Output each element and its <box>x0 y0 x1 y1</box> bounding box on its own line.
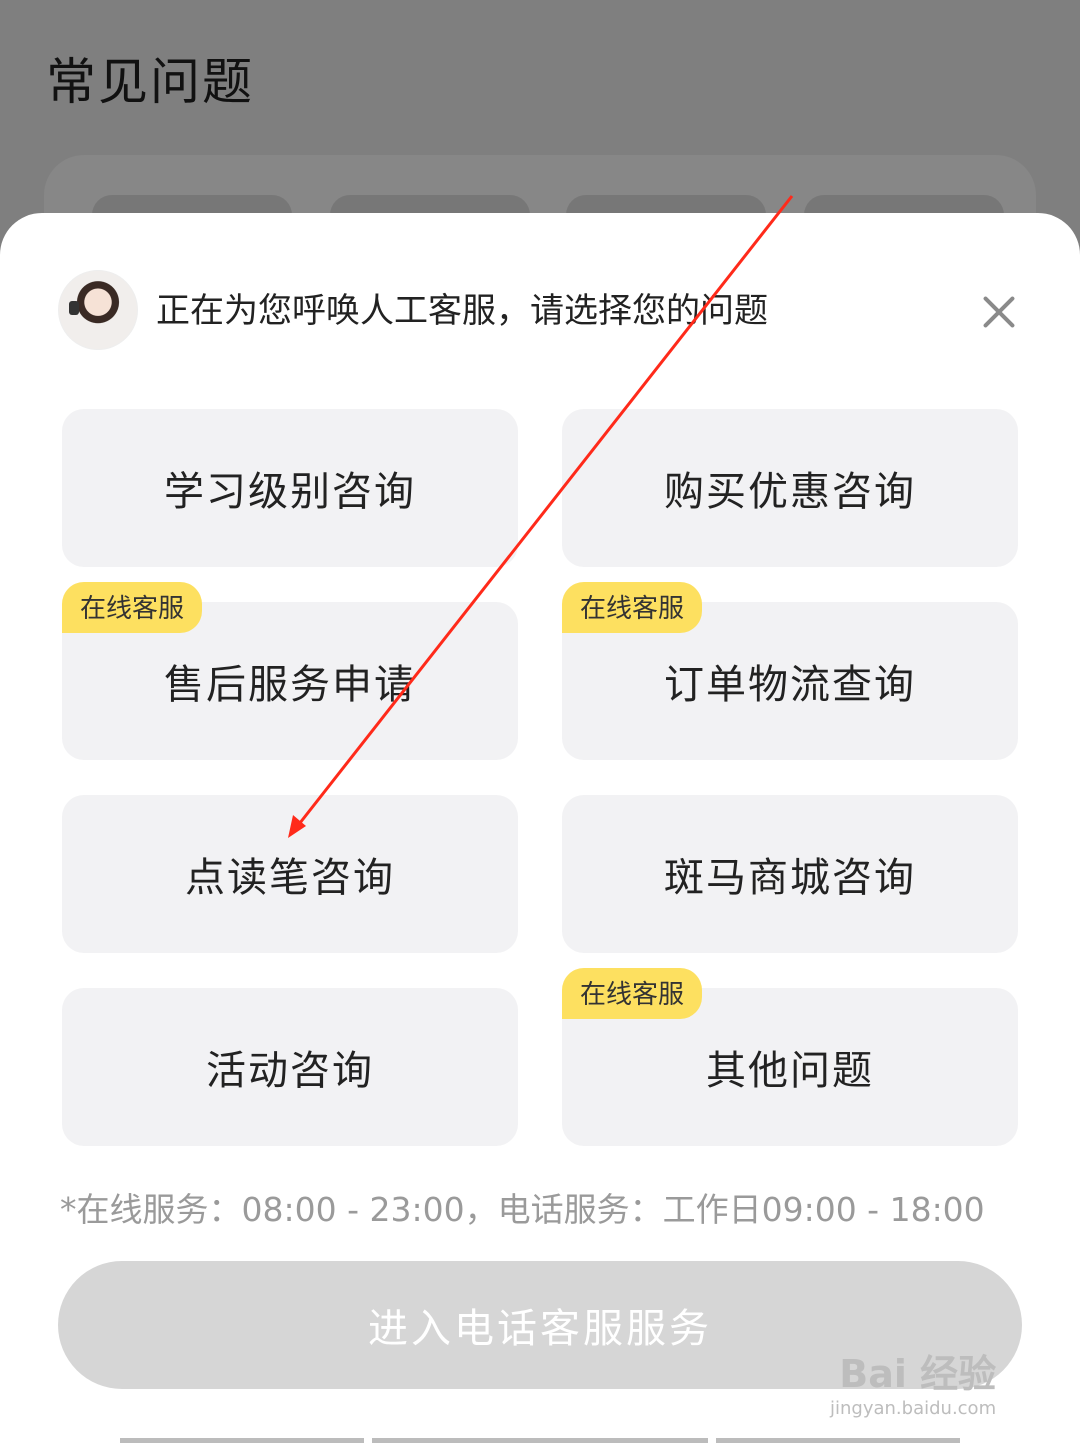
watermark-url: jingyan.baidu.com <box>830 1398 997 1419</box>
online-service-badge: 在线客服 <box>562 582 703 633</box>
close-icon[interactable] <box>978 291 1020 333</box>
option-label: 点读笔咨询 <box>185 855 395 901</box>
phone-service-label: 进入电话客服服务 <box>368 1306 712 1352</box>
option-after-sales[interactable]: 在线客服 售后服务申请 <box>62 582 518 760</box>
option-learning-level[interactable]: 学习级别咨询 <box>62 409 518 567</box>
option-activity[interactable]: 活动咨询 <box>62 988 518 1146</box>
avatar-icon <box>58 270 138 350</box>
option-other[interactable]: 在线客服 其他问题 <box>562 968 1018 1146</box>
sheet-prompt: 正在为您呼唤人工客服，请选择您的问题 <box>156 291 768 331</box>
home-indicator-segment <box>716 1438 960 1443</box>
home-indicator-segment <box>120 1438 364 1443</box>
option-purchase-discount[interactable]: 购买优惠咨询 <box>562 409 1018 567</box>
option-label: 活动咨询 <box>206 1048 374 1094</box>
baidu-watermark: Bai 经验 jingyan.baidu.com <box>830 1343 996 1419</box>
option-zebra-mall[interactable]: 斑马商城咨询 <box>562 795 1018 953</box>
option-label: 售后服务申请 <box>164 662 416 708</box>
option-label: 购买优惠咨询 <box>664 469 916 515</box>
option-label: 订单物流查询 <box>664 662 916 708</box>
option-order-logistics[interactable]: 在线客服 订单物流查询 <box>562 582 1018 760</box>
online-service-badge: 在线客服 <box>562 968 703 1019</box>
option-label: 其他问题 <box>706 1048 874 1094</box>
option-label: 斑马商城咨询 <box>664 855 916 901</box>
online-service-badge: 在线客服 <box>62 582 203 633</box>
home-indicator-segment <box>372 1438 708 1443</box>
option-reading-pen[interactable]: 点读笔咨询 <box>62 795 518 953</box>
service-hours: *在线服务：08:00 - 23:00，电话服务：工作日09:00 - 18:0… <box>60 1190 985 1229</box>
watermark-brand: Bai 经验 <box>839 1352 997 1396</box>
customer-service-sheet: 正在为您呼唤人工客服，请选择您的问题 学习级别咨询 购买优惠咨询 在线客服 售后… <box>0 213 1080 1443</box>
page-title: 常见问题 <box>46 53 254 111</box>
option-label: 学习级别咨询 <box>164 469 416 515</box>
